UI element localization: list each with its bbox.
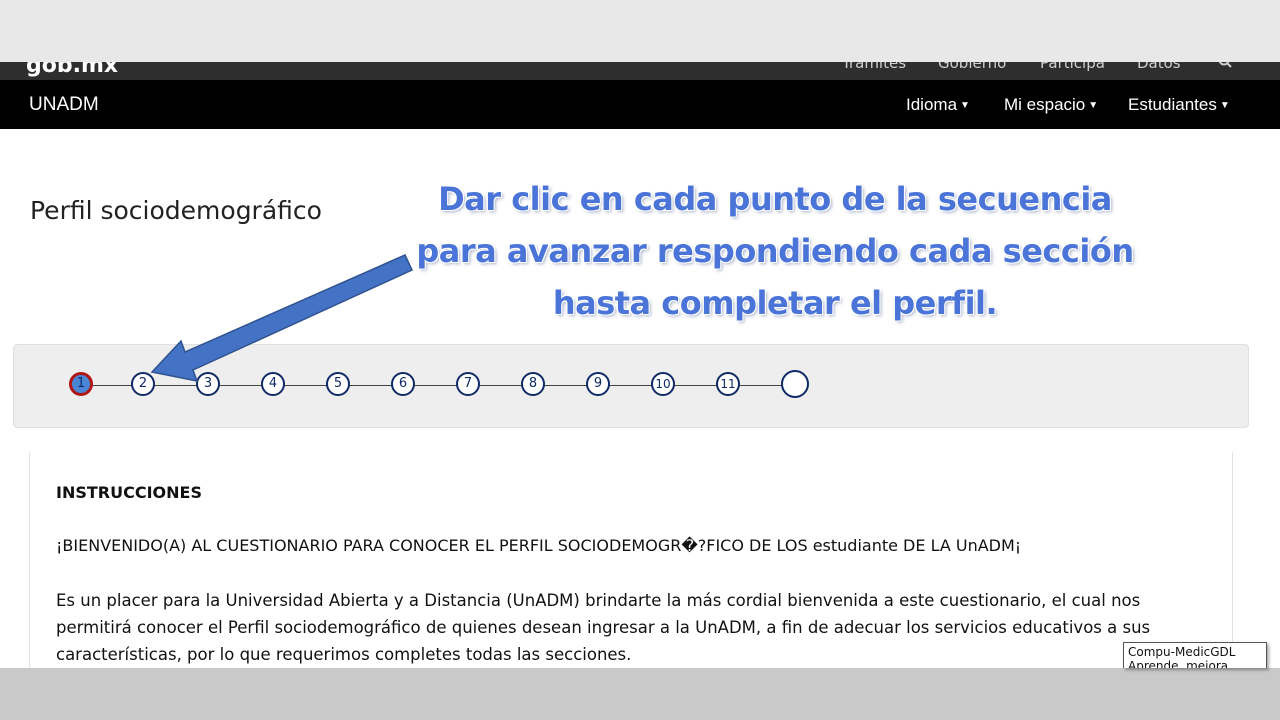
welcome-text: ¡BIENVENIDO(A) AL CUESTIONARIO PARA CONO… [56, 536, 1022, 555]
step-11[interactable]: 11 [716, 372, 740, 396]
instruction-callout: Dar clic en cada punto de la secuencia p… [405, 173, 1145, 329]
intro-line-1: Es un placer para la Universidad Abierta… [56, 591, 1141, 610]
callout-line-1: Dar clic en cada punto de la secuencia [438, 180, 1112, 218]
step-9[interactable]: 9 [586, 372, 610, 396]
menu-idioma-label: Idioma [906, 95, 958, 114]
intro-paragraph: Es un placer para la Universidad Abierta… [56, 587, 1206, 668]
step-5[interactable]: 5 [326, 372, 350, 396]
intro-line-2: permitirá conocer el Perfil sociodemográ… [56, 618, 1151, 637]
main-navbar: UNADM Idioma ▼ Mi espacio ▼ Estudiantes ▼ [0, 80, 1280, 129]
caret-down-icon: ▼ [1088, 100, 1099, 111]
watermark-line-1: Compu-MedicGDL [1128, 645, 1236, 659]
instructions-heading: INSTRUCCIONES [56, 483, 202, 502]
stepper-connector-line [82, 385, 794, 386]
caret-down-icon: ▼ [1219, 100, 1230, 111]
gob-header-bar: gob.mx Trámites Gobierno Participa Datos [0, 62, 1280, 80]
step-10[interactable]: 10 [651, 372, 675, 396]
step-1[interactable]: 1 [69, 372, 93, 396]
bottom-background-strip [0, 668, 1280, 720]
caret-down-icon: ▼ [960, 100, 970, 111]
brand-link[interactable]: UNADM [29, 80, 99, 129]
menu-idioma[interactable]: Idioma ▼ [906, 80, 970, 130]
gob-link-participa[interactable]: Participa [1040, 62, 1105, 72]
gob-link-datos[interactable]: Datos [1137, 62, 1181, 72]
step-final[interactable] [781, 370, 809, 398]
watermark-label: Compu-MedicGDL Aprende, mejora, crece [1123, 642, 1267, 668]
gob-link-tramites[interactable]: Trámites [842, 62, 906, 72]
callout-line-2: para avanzar respondiendo cada sección [416, 232, 1134, 270]
step-2[interactable]: 2 [131, 372, 155, 396]
callout-line-3: hasta completar el perfil. [552, 284, 998, 322]
top-background-strip [0, 0, 1280, 62]
watermark-line-2: Aprende, mejora, crece [1128, 659, 1232, 668]
menu-mi-espacio-label: Mi espacio [1004, 95, 1086, 114]
search-icon[interactable] [1218, 62, 1232, 72]
gob-logo[interactable]: gob.mx [26, 62, 118, 78]
page-title: Perfil sociodemográfico [30, 196, 322, 225]
step-4[interactable]: 4 [261, 372, 285, 396]
menu-estudiantes[interactable]: Estudiantes ▼ [1128, 80, 1230, 130]
gob-link-gobierno[interactable]: Gobierno [938, 62, 1006, 72]
step-8[interactable]: 8 [521, 372, 545, 396]
step-7[interactable]: 7 [456, 372, 480, 396]
step-3[interactable]: 3 [196, 372, 220, 396]
step-6[interactable]: 6 [391, 372, 415, 396]
menu-estudiantes-label: Estudiantes [1128, 95, 1217, 114]
menu-mi-espacio[interactable]: Mi espacio ▼ [1004, 80, 1098, 130]
intro-line-3: características, por lo que requerimos c… [56, 645, 632, 664]
